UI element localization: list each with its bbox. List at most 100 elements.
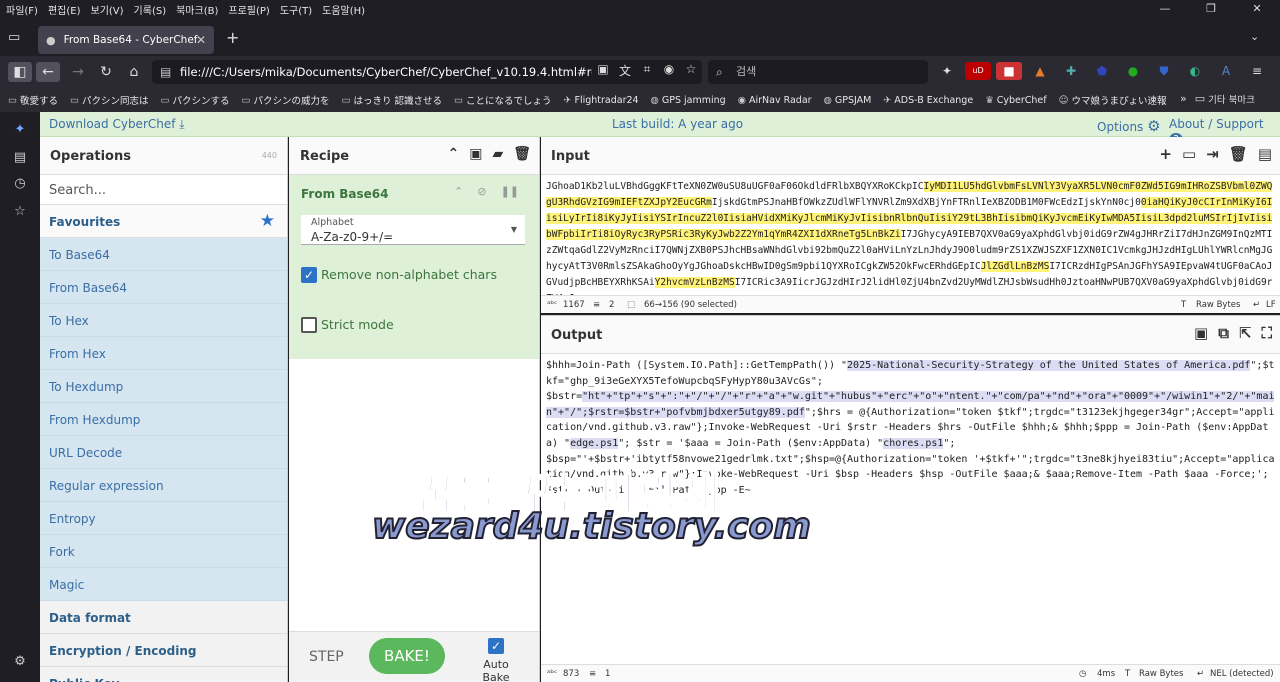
history-icon[interactable]: ◷ — [10, 176, 30, 196]
close-window-icon[interactable]: ✕ — [1234, 0, 1280, 18]
other-bookmarks[interactable]: » ▭ 기타 북마크 — [1180, 92, 1255, 106]
trash-icon[interactable]: 🗑 — [513, 146, 531, 162]
forward-icon[interactable]: → — [66, 62, 90, 82]
bookmark-link[interactable]: ◉ AirNav Radar — [738, 95, 812, 106]
bookmark-folder[interactable]: ▭ ことになるでしょう — [454, 93, 552, 108]
sidebar-toggle-icon[interactable]: ◧ — [8, 62, 32, 82]
step-button[interactable]: STEP — [309, 649, 344, 665]
bookmark-folder[interactable]: ▭ パクシンの威力を — [242, 93, 330, 108]
options-link[interactable]: Options ⚙ — [1097, 117, 1161, 135]
operation-item[interactable]: From Hex — [40, 337, 287, 370]
disable-icon[interactable]: ⊘ — [477, 185, 486, 198]
bookmark-link[interactable]: ◍ GPSJAM — [824, 95, 872, 106]
bookmark-link[interactable]: ☺ ウマ娘うまぴょい速報 — [1059, 93, 1167, 108]
tab-overview-icon[interactable]: ▭ — [8, 30, 20, 45]
chevron-up-icon[interactable]: ⌃ — [454, 185, 463, 198]
new-tab-icon[interactable]: + — [226, 28, 239, 47]
menu-profiles[interactable]: 프로필(P) — [228, 2, 269, 17]
add-input-icon[interactable]: + — [1159, 145, 1172, 163]
bookmark-link[interactable]: ♛ CyberChef — [985, 95, 1046, 106]
open-file-icon[interactable]: ⇥ — [1206, 145, 1219, 163]
reload-icon[interactable]: ↻ — [94, 62, 118, 82]
pause-icon[interactable]: ❚❚ — [501, 185, 519, 198]
bookmark-link[interactable]: ◍ GPS jamming — [651, 95, 726, 106]
menu-bookmarks[interactable]: 북마크(B) — [176, 2, 218, 17]
maximize-icon[interactable]: ⛶ — [1261, 324, 1272, 342]
operation-item[interactable]: To Hex — [40, 304, 287, 337]
ai-chatbot-icon[interactable]: ✦ — [10, 122, 30, 142]
green-extension-icon[interactable]: ● — [1120, 62, 1146, 80]
translate-extension-icon[interactable]: A — [1213, 62, 1239, 80]
download-cyberchef-link[interactable]: Download CyberChef ⤓ — [49, 117, 185, 132]
output-eol[interactable]: NEL (detected) — [1210, 669, 1274, 679]
replace-input-icon[interactable]: ⇱ — [1239, 324, 1252, 342]
operation-item[interactable]: Fork — [40, 535, 287, 568]
operation-item[interactable]: URL Decode — [40, 436, 287, 469]
shield-extension-icon[interactable]: ⬟ — [1089, 62, 1115, 80]
strict-mode-checkbox[interactable] — [301, 317, 317, 333]
operation-item[interactable]: Magic — [40, 568, 287, 601]
auto-bake-checkbox[interactable]: ✓ — [488, 638, 504, 654]
menu-help[interactable]: 도움말(H) — [322, 2, 365, 17]
bookmark-folder[interactable]: ▭ 敬愛する — [8, 93, 58, 108]
ublock-icon[interactable]: uD — [965, 62, 991, 80]
home-icon[interactable]: ⌂ — [122, 62, 146, 82]
list-tabs-icon[interactable]: ⌄ — [1250, 30, 1259, 43]
minimize-icon[interactable]: — — [1142, 0, 1188, 18]
clear-input-trash-icon[interactable]: 🗑 — [1229, 145, 1248, 163]
browser-tab[interactable]: ● From Base64 - CyberChef ✕ — [38, 26, 214, 54]
menu-tools[interactable]: 도구(T) — [280, 2, 312, 17]
menu-file[interactable]: 파일(F) — [6, 2, 38, 17]
star-icon[interactable]: ★ — [260, 211, 275, 231]
remove-non-alphabet-checkbox[interactable]: ✓ — [301, 267, 317, 283]
menu-edit[interactable]: 편집(E) — [48, 2, 81, 17]
reader-view-icon[interactable]: ▣ — [592, 62, 614, 82]
bookmark-link[interactable]: ✈ ADS-B Exchange — [883, 95, 973, 106]
auto-bake-toggle[interactable]: ✓ Auto Bake — [470, 638, 522, 682]
extensions-icon[interactable]: ✦ — [934, 62, 960, 80]
app-menu-icon[interactable]: ≡ — [1244, 62, 1270, 80]
bookmark-folder[interactable]: ▭ パクシンする — [161, 93, 230, 108]
adblock-icon[interactable]: ■ — [996, 62, 1022, 80]
bookmarks-icon[interactable]: ☆ — [10, 204, 30, 224]
blue-shield-icon[interactable]: ⛊ — [1151, 62, 1177, 80]
operation-item[interactable]: To Hexdump — [40, 370, 287, 403]
bookmark-star-icon[interactable]: ☆ — [680, 62, 702, 82]
category-public-key[interactable]: Public Key — [40, 667, 287, 682]
translate-icon[interactable]: 文 — [614, 62, 636, 82]
close-tab-icon[interactable]: ✕ — [196, 33, 206, 47]
folder-open-icon[interactable]: ▰ — [492, 146, 503, 162]
operation-item[interactable]: From Base64 — [40, 271, 287, 304]
category-data-format[interactable]: Data format — [40, 601, 287, 634]
copy-output-icon[interactable]: ⧉ — [1218, 324, 1229, 342]
bake-button[interactable]: BAKE! — [369, 638, 445, 674]
bookmark-folder[interactable]: ▭ はっきり 認識させる — [342, 93, 443, 108]
menu-history[interactable]: 기록(S) — [134, 2, 167, 17]
operation-item[interactable]: Regular expression — [40, 469, 287, 502]
input-textarea[interactable]: JGhoaD1Kb2luLVBhdGggKFtTeXN0ZW0uSU8uUGF0… — [546, 179, 1274, 295]
open-folder-icon[interactable]: ▭ — [1182, 145, 1196, 163]
synced-tabs-icon[interactable]: ▤ — [10, 150, 30, 170]
operation-item[interactable]: To Base64 — [40, 238, 287, 271]
layout-icon[interactable]: ▤ — [1258, 145, 1272, 163]
category-encryption-encoding[interactable]: Encryption / Encoding — [40, 634, 287, 667]
input-encoding[interactable]: Raw Bytes — [1196, 300, 1240, 310]
save-recipe-icon[interactable]: ▣ — [469, 146, 482, 162]
screenshot-icon[interactable]: ⌗ — [636, 62, 658, 82]
chevron-up-icon[interactable]: ⌃ — [447, 146, 459, 162]
bookmark-folder[interactable]: ▭ パクシン同志は — [70, 93, 149, 108]
input-eol[interactable]: LF — [1266, 300, 1276, 310]
settings-gear-icon[interactable]: ⚙ — [10, 654, 30, 674]
search-box[interactable]: ⌕ 검색 — [708, 60, 928, 84]
bookmark-link[interactable]: ✈ Flightradar24 — [564, 95, 639, 106]
menu-view[interactable]: 보기(V) — [91, 2, 124, 17]
sync-extension-icon[interactable]: ◐ — [1182, 62, 1208, 80]
operations-search-input[interactable]: Search... — [40, 175, 287, 205]
tracking-protection-icon[interactable]: ◉ — [658, 62, 680, 82]
restore-icon[interactable]: ❐ — [1188, 0, 1234, 18]
puzzle-extension-icon[interactable]: ✚ — [1058, 62, 1084, 80]
save-output-icon[interactable]: ▣ — [1194, 324, 1208, 342]
output-encoding[interactable]: Raw Bytes — [1139, 669, 1183, 679]
alphabet-select[interactable]: Alphabet A-Za-z0-9+/= ▼ — [301, 215, 525, 245]
category-favourites[interactable]: Favourites ★ — [40, 205, 287, 238]
